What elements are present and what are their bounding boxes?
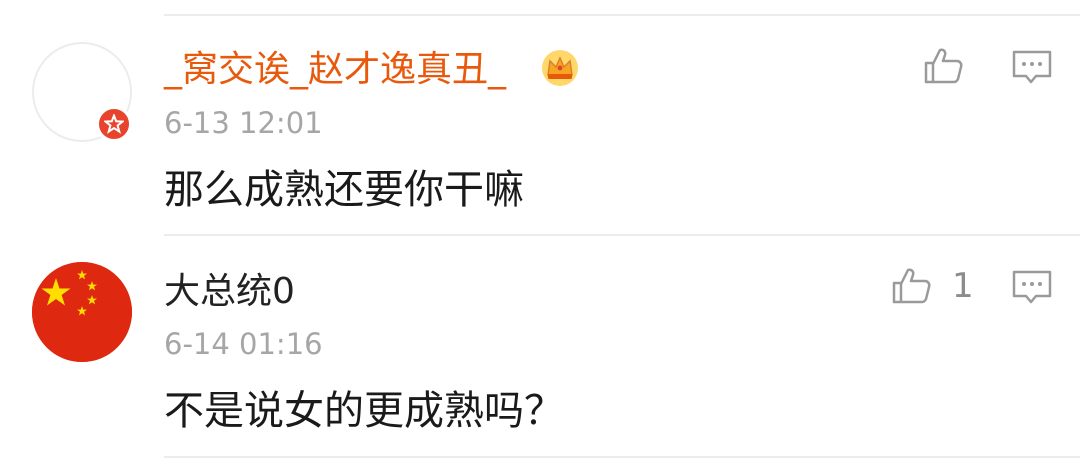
comment-icon[interactable]: [1010, 266, 1054, 310]
flag-image: [32, 262, 132, 362]
comment-username[interactable]: 大总统0: [164, 272, 295, 312]
comment-item: _窝交诶_赵才逸真丑_ 6-13 12:01 那么成熟还要你干嘛: [0, 0, 1080, 236]
thumbs-up-icon[interactable]: [922, 44, 966, 88]
comment-timestamp: 6-14 01:16: [164, 327, 323, 361]
thumbs-up-icon[interactable]: [890, 264, 934, 308]
like-count: 1: [952, 266, 974, 306]
comment-timestamp: 6-13 12:01: [164, 106, 323, 140]
comment-username[interactable]: _窝交诶_赵才逸真丑_: [164, 50, 506, 90]
avatar[interactable]: [32, 262, 132, 362]
star-badge-icon: [96, 106, 132, 142]
comment-text: 不是说女的更成熟吗？: [164, 388, 564, 434]
bottom-divider: [164, 456, 1080, 458]
crown-icon: [542, 50, 578, 86]
comment-text: 那么成熟还要你干嘛: [164, 167, 524, 213]
comment-item: 大总统0 6-14 01:16 不是说女的更成熟吗？ 1: [0, 236, 1080, 456]
comment-icon[interactable]: [1010, 46, 1054, 90]
